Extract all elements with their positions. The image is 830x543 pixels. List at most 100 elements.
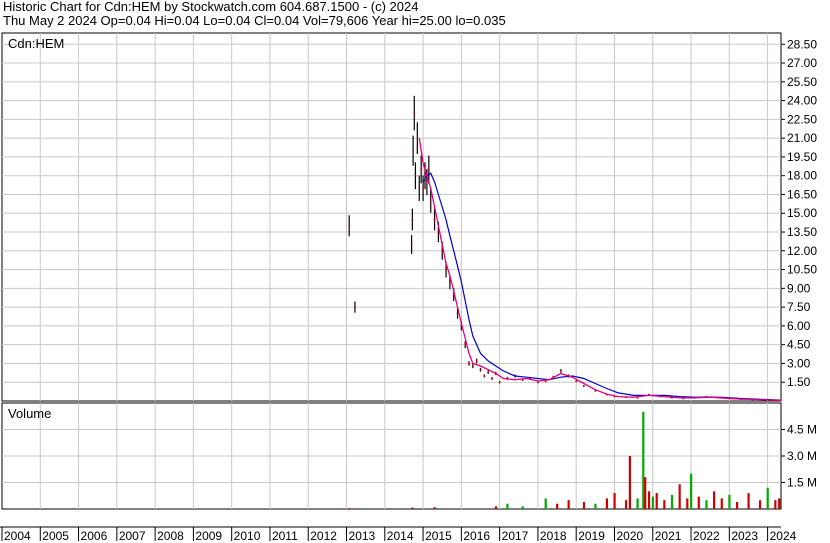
price-tick-label: 3.00 — [787, 356, 811, 370]
volume-bar — [628, 456, 631, 509]
volume-bar — [567, 500, 570, 509]
year-label: 2012 — [310, 529, 337, 543]
year-label: 2020 — [616, 529, 643, 543]
close-point — [479, 368, 482, 371]
year-label: 2023 — [731, 529, 758, 543]
close-point — [411, 218, 414, 221]
volume-bar — [613, 493, 616, 509]
price-tick-label: 13.50 — [787, 225, 817, 239]
volume-bar — [651, 496, 654, 509]
volume-bar — [556, 503, 559, 509]
year-axis: 2004 2005 2006 2007 2008 2009 2010 2011 2012 2013… — [0, 526, 797, 543]
price-tick-label: 27.00 — [787, 56, 817, 70]
volume-tick-label: 3.0 M — [787, 449, 817, 463]
price-tick-label: 24.00 — [787, 94, 817, 108]
year-label: 2021 — [655, 529, 682, 543]
close-point — [428, 168, 430, 171]
close-point — [429, 199, 432, 202]
price-tick-label: 25.50 — [787, 75, 817, 89]
volume-bar — [697, 496, 700, 509]
close-point — [498, 381, 501, 384]
year-label: 2013 — [349, 529, 376, 543]
close-point — [491, 377, 493, 380]
volume-bar — [655, 493, 658, 509]
volume-bar — [766, 487, 769, 509]
close-point — [483, 375, 486, 377]
volume-tick-label: 1.5 M — [787, 476, 817, 490]
close-point — [420, 168, 422, 171]
price-tick-label: 19.50 — [787, 150, 817, 164]
close-point — [348, 224, 351, 227]
close-point — [475, 360, 478, 362]
close-point — [426, 181, 428, 183]
volume-bar — [728, 494, 731, 509]
year-label: 2009 — [195, 529, 222, 543]
price-tick-label: 1.50 — [787, 375, 811, 389]
year-label: 2005 — [42, 529, 69, 543]
price-tick-label: 12.00 — [787, 244, 817, 258]
year-label: 2010 — [234, 529, 261, 543]
volume-bar — [720, 498, 723, 509]
price-tick-label: 10.50 — [787, 263, 817, 277]
close-point — [449, 281, 451, 283]
volume-bar — [690, 473, 693, 509]
close-point — [413, 112, 416, 114]
volume-bar — [705, 500, 708, 509]
close-point — [433, 218, 436, 221]
volume-bar — [636, 498, 639, 509]
volume-bar — [663, 500, 666, 509]
volume-bar — [713, 491, 716, 509]
volume-bar — [544, 498, 547, 509]
year-label: 2024 — [770, 529, 797, 543]
volume-bar — [411, 507, 414, 509]
volume-bar — [642, 411, 645, 509]
symbol-label: Cdn:HEM — [8, 36, 64, 51]
price-tick-label: 28.50 — [787, 37, 817, 51]
volume-bar — [758, 500, 762, 509]
year-label: 2019 — [578, 529, 605, 543]
price-tick-label: 4.50 — [787, 338, 811, 352]
close-point — [424, 174, 426, 177]
price-tick-label: 6.00 — [787, 319, 811, 333]
year-label: 2016 — [463, 529, 490, 543]
close-point — [537, 381, 539, 384]
year-label: 2018 — [540, 529, 567, 543]
close-point — [472, 365, 474, 367]
year-label: 2011 — [272, 529, 298, 543]
year-label: 2004 — [4, 529, 31, 543]
price-axis: 1.50 3.00 4.50 6.00 7.50 9.00 10.50 12.00 13.50 1… — [781, 37, 817, 389]
volume-bar — [747, 493, 750, 509]
volume-bar — [348, 508, 351, 509]
volume-bar — [594, 503, 597, 509]
price-tick-label: 16.50 — [787, 187, 817, 201]
volume-bar — [582, 501, 586, 509]
close-point — [456, 312, 459, 315]
volume-axis: 1.5 M 3.0 M 4.5 M — [781, 423, 817, 490]
volume-tick-label: 4.5 M — [787, 423, 817, 437]
volume-bar — [686, 498, 689, 509]
close-point — [468, 362, 470, 365]
close-point — [575, 380, 578, 382]
volume-bar — [647, 491, 651, 509]
close-point — [414, 174, 417, 177]
close-point — [583, 385, 585, 387]
price-tick-label: 22.50 — [787, 112, 817, 126]
volume-bar — [670, 494, 674, 509]
volume-bar — [644, 477, 647, 509]
year-label: 2006 — [81, 529, 108, 543]
volume-bar — [735, 501, 739, 509]
volume-bar — [506, 503, 509, 509]
price-tick-label: 9.00 — [787, 281, 811, 295]
close-point — [560, 370, 562, 372]
year-label: 2022 — [693, 529, 720, 543]
volume-bar — [605, 498, 609, 509]
price-tick-label: 18.00 — [787, 169, 817, 183]
volume-bar — [353, 508, 357, 509]
year-label: 2007 — [119, 529, 146, 543]
volume-bar — [678, 484, 681, 509]
year-label: 2017 — [502, 529, 529, 543]
volume-label: Volume — [8, 406, 51, 421]
price-tick-label: 7.50 — [787, 300, 811, 314]
volume-bar — [494, 506, 498, 509]
volume-bar — [521, 506, 524, 509]
